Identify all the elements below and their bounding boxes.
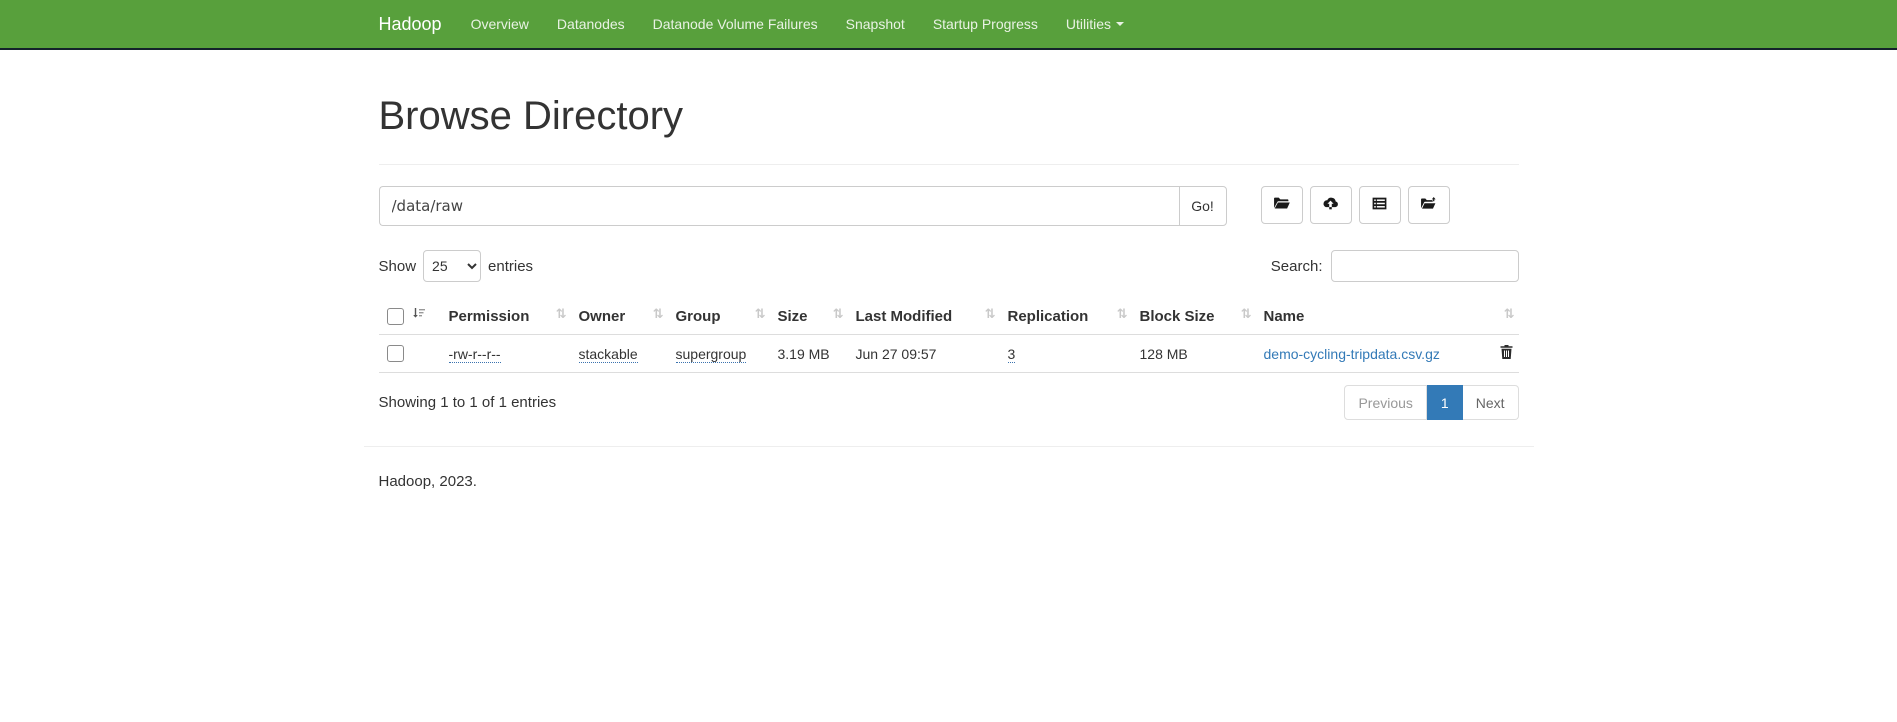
nav-item-datanode-volume-failures[interactable]: Datanode Volume Failures	[639, 0, 832, 48]
nav-item-startup-progress[interactable]: Startup Progress	[919, 0, 1052, 48]
file-action-buttons	[1261, 186, 1450, 224]
nav-item-snapshot[interactable]: Snapshot	[832, 0, 919, 48]
top-navbar: Hadoop Overview Datanodes Datanode Volum…	[0, 0, 1897, 50]
upload-files-button[interactable]	[1310, 186, 1352, 224]
sort-header-last-modified[interactable]: Last Modified⇅	[848, 298, 1000, 335]
navbar-links: Overview Datanodes Datanode Volume Failu…	[457, 0, 1138, 48]
sort-header-size[interactable]: Size⇅	[770, 298, 848, 335]
owner-cell[interactable]: stackable	[579, 346, 638, 363]
sort-both-icon: ⇅	[1241, 307, 1252, 322]
directory-path-input[interactable]	[379, 186, 1179, 226]
previous-page-button[interactable]: Previous	[1344, 385, 1426, 420]
sort-both-icon: ⇅	[1117, 307, 1128, 322]
table-header-row: Permission⇅ Owner⇅ Group⇅ Size⇅ Last Mod…	[379, 298, 1519, 335]
search-input[interactable]	[1331, 250, 1519, 282]
folder-open-icon	[1273, 195, 1290, 215]
select-all-header[interactable]	[379, 298, 441, 335]
table-row: -rw-r--r-- stackable supergroup 3.19 MB …	[379, 335, 1519, 373]
folder-move-icon	[1420, 195, 1437, 215]
list-alt-icon	[1371, 195, 1388, 215]
page-size-select[interactable]: 25	[423, 250, 481, 282]
nav-item-utilities-dropdown[interactable]: Utilities	[1052, 0, 1138, 48]
sort-header-permission[interactable]: Permission⇅	[441, 298, 571, 335]
pagination: Previous 1 Next	[1344, 385, 1518, 420]
nav-item-utilities-label: Utilities	[1066, 16, 1111, 32]
page-length-control: Show 25 entries	[379, 250, 534, 282]
sort-header-group[interactable]: Group⇅	[668, 298, 770, 335]
size-cell: 3.19 MB	[770, 335, 848, 373]
cut-paste-button[interactable]	[1359, 186, 1401, 224]
delete-file-button[interactable]	[1499, 344, 1514, 363]
sort-header-actions[interactable]: ⇅	[1491, 298, 1519, 335]
entries-label: entries	[488, 258, 533, 275]
sort-header-name[interactable]: Name	[1256, 298, 1491, 335]
page-1-button[interactable]: 1	[1427, 385, 1463, 420]
site-footer-text: Hadoop, 2023.	[379, 473, 1519, 490]
showing-entries-info: Showing 1 to 1 of 1 entries	[379, 394, 557, 411]
page-title: Browse Directory	[379, 94, 1519, 165]
footer-divider	[364, 446, 1534, 447]
move-to-trash-settings-button[interactable]	[1408, 186, 1450, 224]
sort-both-icon: ⇅	[755, 307, 766, 322]
file-name-link[interactable]: demo-cycling-tripdata.csv.gz	[1264, 346, 1440, 362]
cloud-upload-icon	[1322, 195, 1339, 215]
create-directory-button[interactable]	[1261, 186, 1303, 224]
sort-both-icon: ⇅	[833, 307, 844, 322]
path-toolbar: Go!	[379, 186, 1519, 226]
sort-both-icon: ⇅	[653, 307, 664, 322]
search-control: Search:	[1271, 250, 1519, 282]
next-page-button[interactable]: Next	[1463, 385, 1519, 420]
trash-icon	[1499, 348, 1514, 363]
sort-both-icon: ⇅	[556, 307, 567, 322]
directory-table: Permission⇅ Owner⇅ Group⇅ Size⇅ Last Mod…	[379, 298, 1519, 373]
navbar-brand-hadoop[interactable]: Hadoop	[379, 0, 457, 48]
sort-header-replication[interactable]: Replication⇅	[1000, 298, 1132, 335]
search-label: Search:	[1271, 258, 1323, 275]
sort-header-block-size[interactable]: Block Size⇅	[1132, 298, 1256, 335]
sort-header-owner[interactable]: Owner⇅	[571, 298, 668, 335]
block-size-cell: 128 MB	[1132, 335, 1256, 373]
chevron-down-icon	[1116, 22, 1124, 26]
nav-item-overview[interactable]: Overview	[457, 0, 543, 48]
sort-both-icon: ⇅	[1504, 307, 1515, 322]
last-modified-cell: Jun 27 09:57	[848, 335, 1000, 373]
sort-both-icon: ⇅	[985, 307, 996, 322]
path-input-group: Go!	[379, 186, 1227, 226]
nav-item-datanodes[interactable]: Datanodes	[543, 0, 639, 48]
show-label: Show	[379, 258, 417, 275]
sort-amount-icon	[412, 307, 426, 325]
table-controls: Show 25 entries Search:	[379, 250, 1519, 282]
row-checkbox[interactable]	[387, 345, 404, 362]
table-footer: Showing 1 to 1 of 1 entries Previous 1 N…	[379, 385, 1519, 420]
permission-cell[interactable]: -rw-r--r--	[449, 346, 501, 363]
go-button[interactable]: Go!	[1179, 186, 1227, 226]
group-cell[interactable]: supergroup	[676, 346, 747, 363]
replication-cell[interactable]: 3	[1008, 346, 1016, 363]
select-all-checkbox[interactable]	[387, 308, 404, 325]
